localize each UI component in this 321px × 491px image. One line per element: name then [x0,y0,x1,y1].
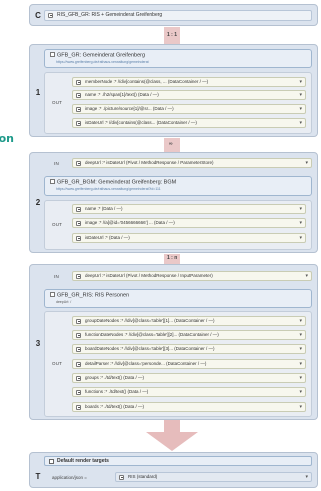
render-target-label: application/json = [52,475,87,480]
chevron-down-icon[interactable]: ▾ [299,205,302,213]
stage-3: 3 IN deepUrl :* isDateUrl (Pivot / Metho… [29,264,318,420]
source-panel[interactable]: GFB_GR_BGM: Gemeinderat Greifenberg: BGM… [44,176,312,196]
output-pill[interactable]: image :* //a[@id='0456666666'] ... (Data… [72,218,306,228]
field-icon [76,318,81,324]
connector-c-1-label: 1 : 1 [167,32,178,38]
output-pill[interactable]: isDateUrl :* (Data / —) ▾ [72,233,306,243]
flow-arrow-icon [146,420,198,451]
chevron-down-icon[interactable]: ▾ [299,374,302,382]
field-icon [76,375,81,381]
chevron-down-icon[interactable]: ▾ [299,119,302,127]
source-panel[interactable]: GFB_GR_RIS: RIS Personen deepUrl: / [44,289,312,308]
source-url[interactable]: https://www.greifenberg.de/rathaus-verwa… [56,187,161,191]
chevron-down-icon[interactable]: ▾ [299,360,302,368]
chevron-down-icon[interactable]: ▾ [299,91,302,99]
stage-1: 1 GFB_GR: Gemeinderat Greifenberg https:… [29,44,318,137]
source-title: GFB_GR: Gemeinderat Greifenberg [50,52,145,59]
stage-number: 1 [35,88,41,97]
chevron-down-icon[interactable]: ▾ [299,105,302,113]
source-icon [48,12,53,18]
field-icon [76,404,81,410]
field-icon [76,79,81,85]
output-pill[interactable]: functions :* ./td/text() (Data / —) ▾ [72,387,306,397]
chevron-down-icon[interactable]: ▾ [299,345,302,353]
connector-2-3-label: 1 : n [167,255,178,261]
out-label: OUT [52,361,63,366]
render-targets-title: Default render targets [57,458,109,464]
stage-number: C [35,11,41,20]
in-label: IN [54,161,59,166]
stage-c: C RIS_GFB_GR: RIS + Gemeinderat Greifenb… [29,4,318,26]
chevron-down-icon[interactable]: ▾ [299,388,302,396]
source-icon [50,52,55,57]
out-label: OUT [52,100,63,105]
field-icon [76,106,81,112]
output-pill[interactable]: detailParser :* //div[@class='personde..… [72,359,306,369]
chevron-down-icon[interactable]: ▾ [305,159,308,167]
stage-number: 2 [35,198,41,207]
chevron-down-icon[interactable]: ▾ [305,272,308,280]
stage-number: 3 [35,339,41,348]
render-targets-header[interactable]: Default render targets [44,456,312,466]
field-icon [76,92,81,98]
stage-number: T [35,472,41,481]
output-pill[interactable]: name :* ./h2/span[1]/text() (Data / —) ▾ [72,90,306,100]
chevron-down-icon[interactable]: ▾ [305,473,308,481]
source-panel[interactable]: GFB_GR: Gemeinderat Greifenberg https://… [44,49,312,68]
output-pill[interactable]: name :* (Data / —) ▾ [72,204,306,214]
in-label: IN [54,274,59,279]
output-pill[interactable]: isDateUrl :* //div[contains(@class... (D… [72,118,306,128]
collection-source-pill[interactable]: RIS_GFB_GR: RIS + Gemeinderat Greifenber… [44,10,312,21]
output-pill[interactable]: groupDateNodes :* //div[@class='table'][… [72,316,306,326]
input-pill[interactable]: deepUrl :* isDateUrl (Pivot / MethodResp… [72,158,312,168]
field-icon [76,120,81,126]
chevron-down-icon[interactable]: ▾ [299,219,302,227]
stage-t: T Default render targets application/jso… [29,452,318,488]
field-icon [119,474,124,480]
source-title: GFB_GR_BGM: Gemeinderat Greifenberg: BGM [50,179,176,186]
chevron-down-icon[interactable]: ▾ [299,234,302,242]
field-icon [76,235,81,241]
chevron-down-icon[interactable]: ▾ [299,78,302,86]
connector-1-2-label: ∞ [169,141,173,147]
source-url[interactable]: https://www.greifenberg.de/rathaus-verwa… [56,60,149,64]
output-pill[interactable]: boardDateNodes :* //div[@class='table'][… [72,344,306,354]
source-icon [50,292,55,297]
field-icon [76,361,81,367]
output-pill[interactable]: memberNode :* //div[contains(@class, ...… [72,77,306,87]
output-pill[interactable]: boards :* ./td/text() (Data / —) ▾ [72,402,306,412]
source-title: GFB_GR_RIS: RIS Personen [50,292,129,299]
checkbox-icon[interactable] [49,458,54,464]
field-icon [76,346,81,352]
output-pill[interactable]: image :* ./picture/source[1]/@sr... (Dat… [72,104,306,114]
source-icon [50,179,55,184]
stage-2: 2 IN deepUrl :* isDateUrl (Pivot / Metho… [29,152,318,253]
chevron-down-icon[interactable]: ▾ [299,317,302,325]
output-pill[interactable]: functionDateNodes :* //div[@class='table… [72,330,306,340]
field-icon [76,220,81,226]
output-pill[interactable]: groups :* ./td/text() (Data / —) ▾ [72,373,306,383]
input-pill[interactable]: deepUrl :* isDateUrl (Pivot / MethodResp… [72,271,312,281]
field-icon [76,332,81,338]
chevron-down-icon[interactable]: ▾ [299,331,302,339]
render-target-select[interactable]: RIS (standard) ▾ [115,472,312,482]
chevron-down-icon[interactable]: ▾ [299,403,302,411]
field-icon [76,206,81,212]
source-sub: deepUrl: / [56,300,72,304]
field-icon [76,273,81,279]
field-icon [76,160,81,166]
out-label: OUT [52,222,63,227]
field-icon [76,389,81,395]
